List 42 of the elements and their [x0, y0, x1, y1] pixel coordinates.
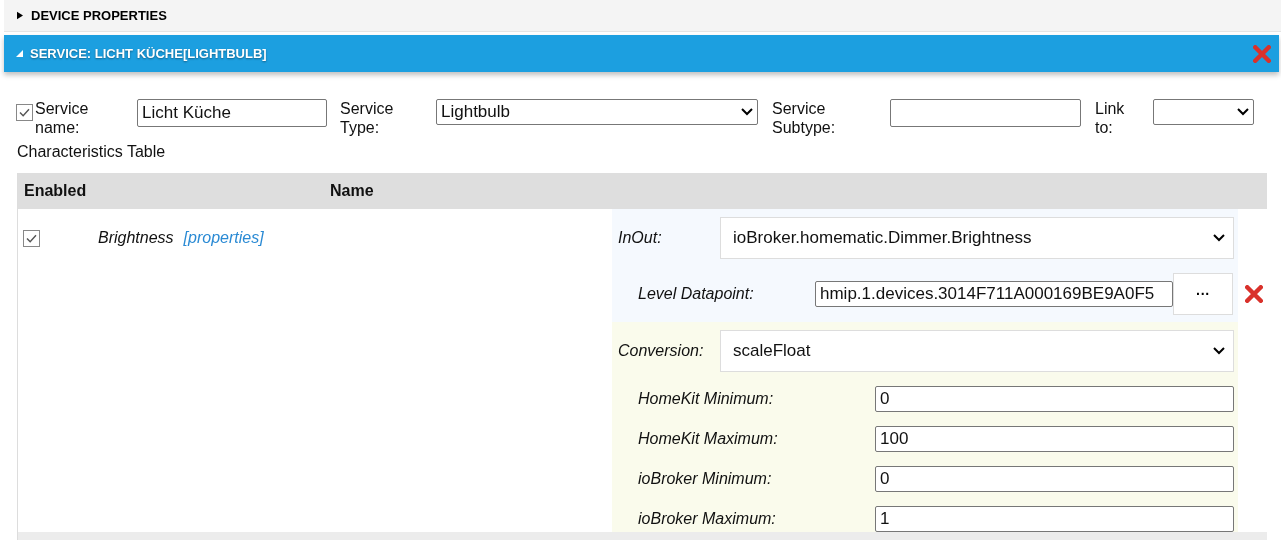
- input-field[interactable]: 100: [875, 426, 1234, 452]
- column-header: Name: [330, 182, 374, 200]
- field-label: Service name:: [35, 99, 90, 137]
- checkbox[interactable]: [16, 104, 33, 121]
- input-field[interactable]: 0: [875, 466, 1234, 492]
- field-label: HomeKit Maximum:: [638, 430, 779, 448]
- dropdown[interactable]: [1153, 99, 1254, 125]
- chevron-down-icon: [741, 108, 753, 116]
- field-label: Level Datapoint:: [638, 285, 755, 303]
- field-label: Service Type:: [340, 99, 395, 137]
- chevron-down-icon: [1213, 234, 1225, 242]
- field-label: ioBroker Minimum:: [638, 470, 773, 488]
- column-header: Enabled: [24, 182, 88, 200]
- checkmark-icon: [26, 234, 37, 243]
- properties-link[interactable]: [properties]: [183, 229, 264, 247]
- field-label: Link to:: [1095, 99, 1126, 137]
- input-field[interactable]: [890, 99, 1081, 127]
- section-title: DEVICE PROPERTIES: [31, 8, 167, 23]
- chevron-down-icon: [1237, 108, 1249, 116]
- characteristic-name: Brightness: [98, 229, 174, 247]
- table-title: Characteristics Table: [17, 143, 167, 161]
- input-field[interactable]: hmip.1.devices.3014F711A000169BE9A0F5: [815, 281, 1173, 307]
- field-label: InOut:: [618, 229, 663, 247]
- checkmark-icon: [19, 108, 30, 117]
- checkbox[interactable]: [23, 230, 40, 247]
- field-label: HomeKit Minimum:: [638, 390, 775, 408]
- close-icon[interactable]: [1245, 285, 1263, 303]
- input-field[interactable]: 0: [875, 386, 1234, 412]
- section-title: SERVICE: LICHT KÜCHE[LIGHTBULB]: [30, 46, 267, 61]
- input-field[interactable]: 1: [875, 506, 1234, 532]
- triangle-right-icon: [17, 11, 23, 20]
- dropdown[interactable]: scaleFloat: [720, 330, 1234, 372]
- browse-button[interactable]: ···: [1173, 273, 1233, 315]
- section-header[interactable]: DEVICE PROPERTIES: [4, 0, 1281, 32]
- chevron-down-icon: [1213, 347, 1225, 355]
- dropdown[interactable]: Lightbulb: [436, 99, 758, 125]
- input-field[interactable]: Licht Küche: [137, 99, 327, 127]
- field-label: Conversion:: [618, 342, 705, 360]
- dropdown[interactable]: ioBroker.homematic.Dimmer.Brightness: [720, 217, 1234, 259]
- field-label: Service Subtype:: [772, 99, 837, 137]
- triangle-down-icon: [16, 50, 23, 57]
- field-label: ioBroker Maximum:: [638, 510, 777, 528]
